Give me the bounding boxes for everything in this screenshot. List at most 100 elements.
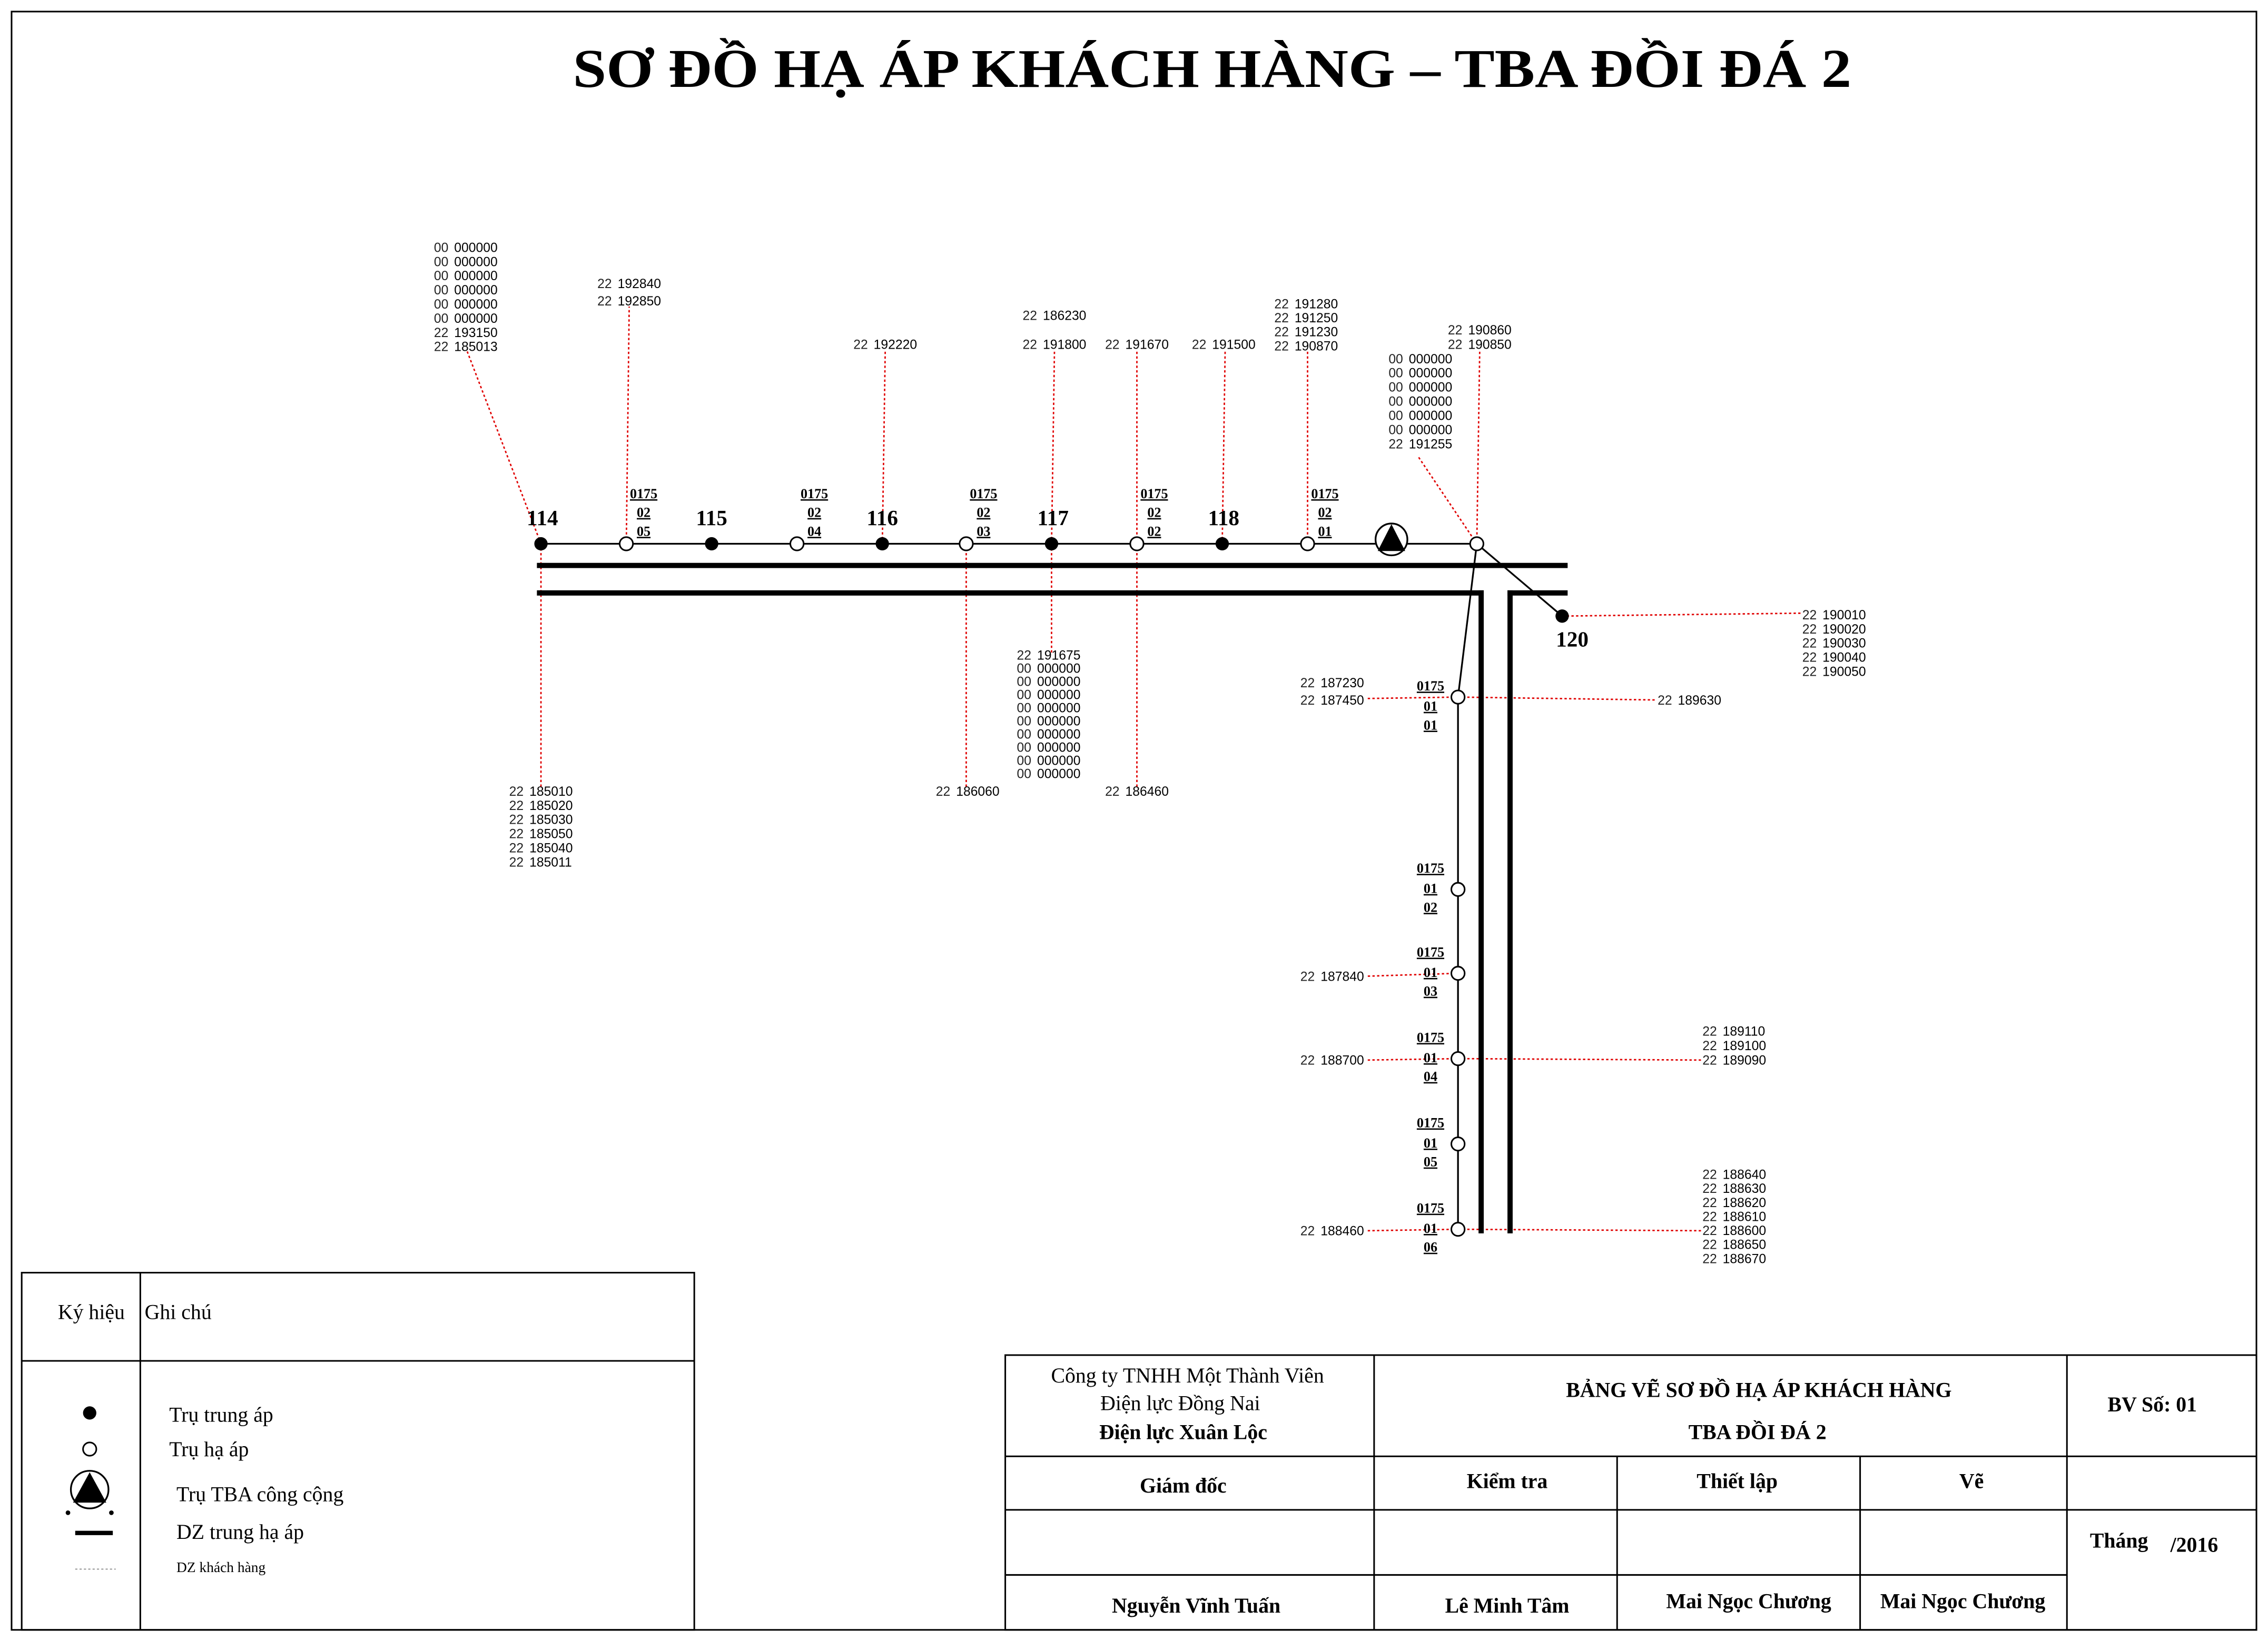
customer-code-prefix: 22: [1300, 1054, 1315, 1068]
customer-code-number: 000000: [1409, 409, 1452, 423]
mv-pole-label: 114: [527, 506, 558, 530]
customer-code: 22 190010: [1802, 608, 1866, 623]
customer-code-number: 188670: [1723, 1252, 1766, 1266]
mv-pole-114: [534, 537, 548, 551]
customer-code-number: 000000: [1037, 728, 1080, 742]
customer-code-number: 189110: [1723, 1025, 1766, 1039]
customer-code: 22 192220: [853, 338, 917, 352]
customer-service-line: [1458, 1058, 1703, 1061]
customer-code-prefix: 22: [1448, 323, 1462, 338]
customer-code-prefix: 00: [1017, 741, 1031, 755]
customer-code: 22 191800: [1023, 338, 1087, 352]
lv-pole-label-line: 0175: [970, 486, 997, 501]
customer-code-prefix: 00: [1017, 675, 1031, 689]
lv-pole-label-branch: 01: [1424, 699, 1437, 714]
customer-code-number: 192220: [874, 338, 917, 352]
customer-code: 00 000000: [434, 283, 498, 298]
customer-code: 22 186230: [1023, 309, 1087, 323]
customer-code-number: 191500: [1212, 338, 1255, 352]
legend-header-note: Ghi chú: [145, 1300, 212, 1323]
customer-code-prefix: 22: [1448, 338, 1462, 352]
customer-code: 00 000000: [434, 241, 498, 255]
customer-code: 00 000000: [1388, 409, 1452, 423]
customer-code-prefix: 22: [509, 827, 524, 842]
customer-group-junction-upleft: 00 00000000 00000000 00000000 00000000 000000…: [1388, 352, 1477, 545]
customer-code: 22 190870: [1274, 339, 1338, 353]
legend-label-customer-line: DZ khách hàng: [176, 1559, 266, 1575]
legend-border: [21, 1271, 695, 1631]
mv-pole-label: 120: [1556, 627, 1589, 651]
lv-pole: [1451, 1221, 1466, 1237]
customer-code-number: 185013: [454, 340, 497, 354]
customer-code-number: 190020: [1822, 623, 1866, 637]
customer-code: 22 190040: [1802, 651, 1866, 665]
customer-code-number: 000000: [454, 241, 497, 255]
customer-code-number: 000000: [1037, 754, 1080, 768]
mv-pole-117: [1044, 537, 1059, 551]
customer-code-number: 193150: [454, 326, 497, 340]
customer-code-prefix: 00: [434, 241, 448, 255]
title-block: Công ty TNHH Một Thành Viên Điện lực Đồn…: [1004, 1354, 2257, 1631]
customer-code: 22 190860: [1448, 323, 1512, 338]
lv-pole-label-branch: 02: [1147, 505, 1161, 520]
customer-code-prefix: 00: [1017, 767, 1031, 782]
customer-code-prefix: 00: [1388, 352, 1403, 367]
customer-code: 22 185011: [509, 855, 572, 870]
lv-pole-label-line: 0175: [1311, 486, 1338, 501]
company-name-line1: Công ty TNHH Một Thành Viên: [1051, 1364, 1324, 1387]
lv-pole-label-number: 04: [807, 523, 821, 539]
drawing-title: BẢNG VẼ SƠ ĐỒ HẠ ÁP KHÁCH HÀNG: [1566, 1378, 1951, 1402]
lv-pole-label-branch: 02: [637, 505, 650, 520]
customer-code-prefix: 22: [1105, 338, 1119, 352]
customer-code-prefix: 22: [1702, 1238, 1717, 1252]
customer-code: 00 000000: [1388, 381, 1452, 395]
customer-code: 22 191670: [1105, 338, 1169, 352]
customer-code-prefix: 22: [853, 338, 867, 352]
customer-code-number: 187450: [1320, 694, 1364, 708]
customer-code: 22 188610: [1702, 1210, 1766, 1224]
customer-code-prefix: 00: [1017, 662, 1031, 676]
customer-code-prefix: 22: [509, 785, 524, 799]
customer-code: 22 193150: [434, 326, 498, 340]
role-director: Giám đốc: [1140, 1474, 1227, 1497]
lv-pole-label-line: 0175: [1417, 1030, 1444, 1045]
customer-code-number: 189100: [1723, 1039, 1766, 1053]
customer-code-number: 192840: [618, 277, 661, 291]
legend: Ký hiệu Ghi chú Trụ trung áp Trụ hạ áp T…: [21, 1271, 695, 1631]
customer-code: 22 188650: [1702, 1238, 1766, 1252]
customer-service-line: [1458, 696, 1656, 701]
lv-pole-label-line: 0175: [1417, 861, 1444, 876]
customer-code: 22 189090: [1702, 1054, 1766, 1068]
customer-code-number: 188610: [1723, 1210, 1766, 1224]
customer-code-prefix: 22: [1802, 623, 1817, 637]
customer-group-lv-01-06-right: 22 188640 22 188630 22 188620 22 188610 22 188600…: [1458, 1168, 1766, 1266]
mv-pole-120: [1555, 609, 1569, 623]
customer-code-prefix: 22: [597, 294, 612, 309]
customer-code-number: 185030: [529, 813, 573, 827]
lv-pole-icon: [82, 1441, 97, 1457]
company-name-line3: Điện lực Xuân Lộc: [1099, 1420, 1267, 1444]
lv-pole-label-line: 0175: [1417, 1115, 1444, 1131]
customer-code: 00 000000: [1017, 741, 1081, 755]
lv-pole-label-line: 0175: [1417, 1201, 1444, 1216]
customer-code-number: 185010: [529, 785, 573, 799]
customer-code-prefix: 22: [1274, 325, 1288, 340]
lv-pole: [1451, 965, 1466, 981]
lv-junction-pole: [1469, 536, 1484, 551]
customer-code-number: 190040: [1822, 651, 1866, 665]
customer-code-prefix: 00: [434, 312, 448, 326]
customer-code-prefix: 22: [1300, 694, 1315, 708]
customer-code-prefix: 22: [1702, 1025, 1717, 1039]
customer-code-number: 191800: [1043, 338, 1086, 352]
customer-code: 22 190050: [1802, 665, 1866, 679]
customer-code-number: 187230: [1320, 676, 1364, 690]
customer-code-prefix: 00: [1017, 702, 1031, 716]
customer-code: 22 188460: [1300, 1224, 1364, 1239]
customer-code-number: 000000: [1037, 767, 1080, 782]
customer-service-line: [1367, 972, 1458, 977]
customer-code: 22 188700: [1300, 1054, 1364, 1068]
customer-code-number: 189090: [1723, 1054, 1766, 1068]
customer-code-number: 191675: [1037, 649, 1080, 663]
page-title: SƠ ĐỒ HẠ ÁP KHÁCH HÀNG – TBA ĐỒI ĐÁ 2: [573, 38, 1851, 99]
lv-pole: [1300, 536, 1315, 551]
